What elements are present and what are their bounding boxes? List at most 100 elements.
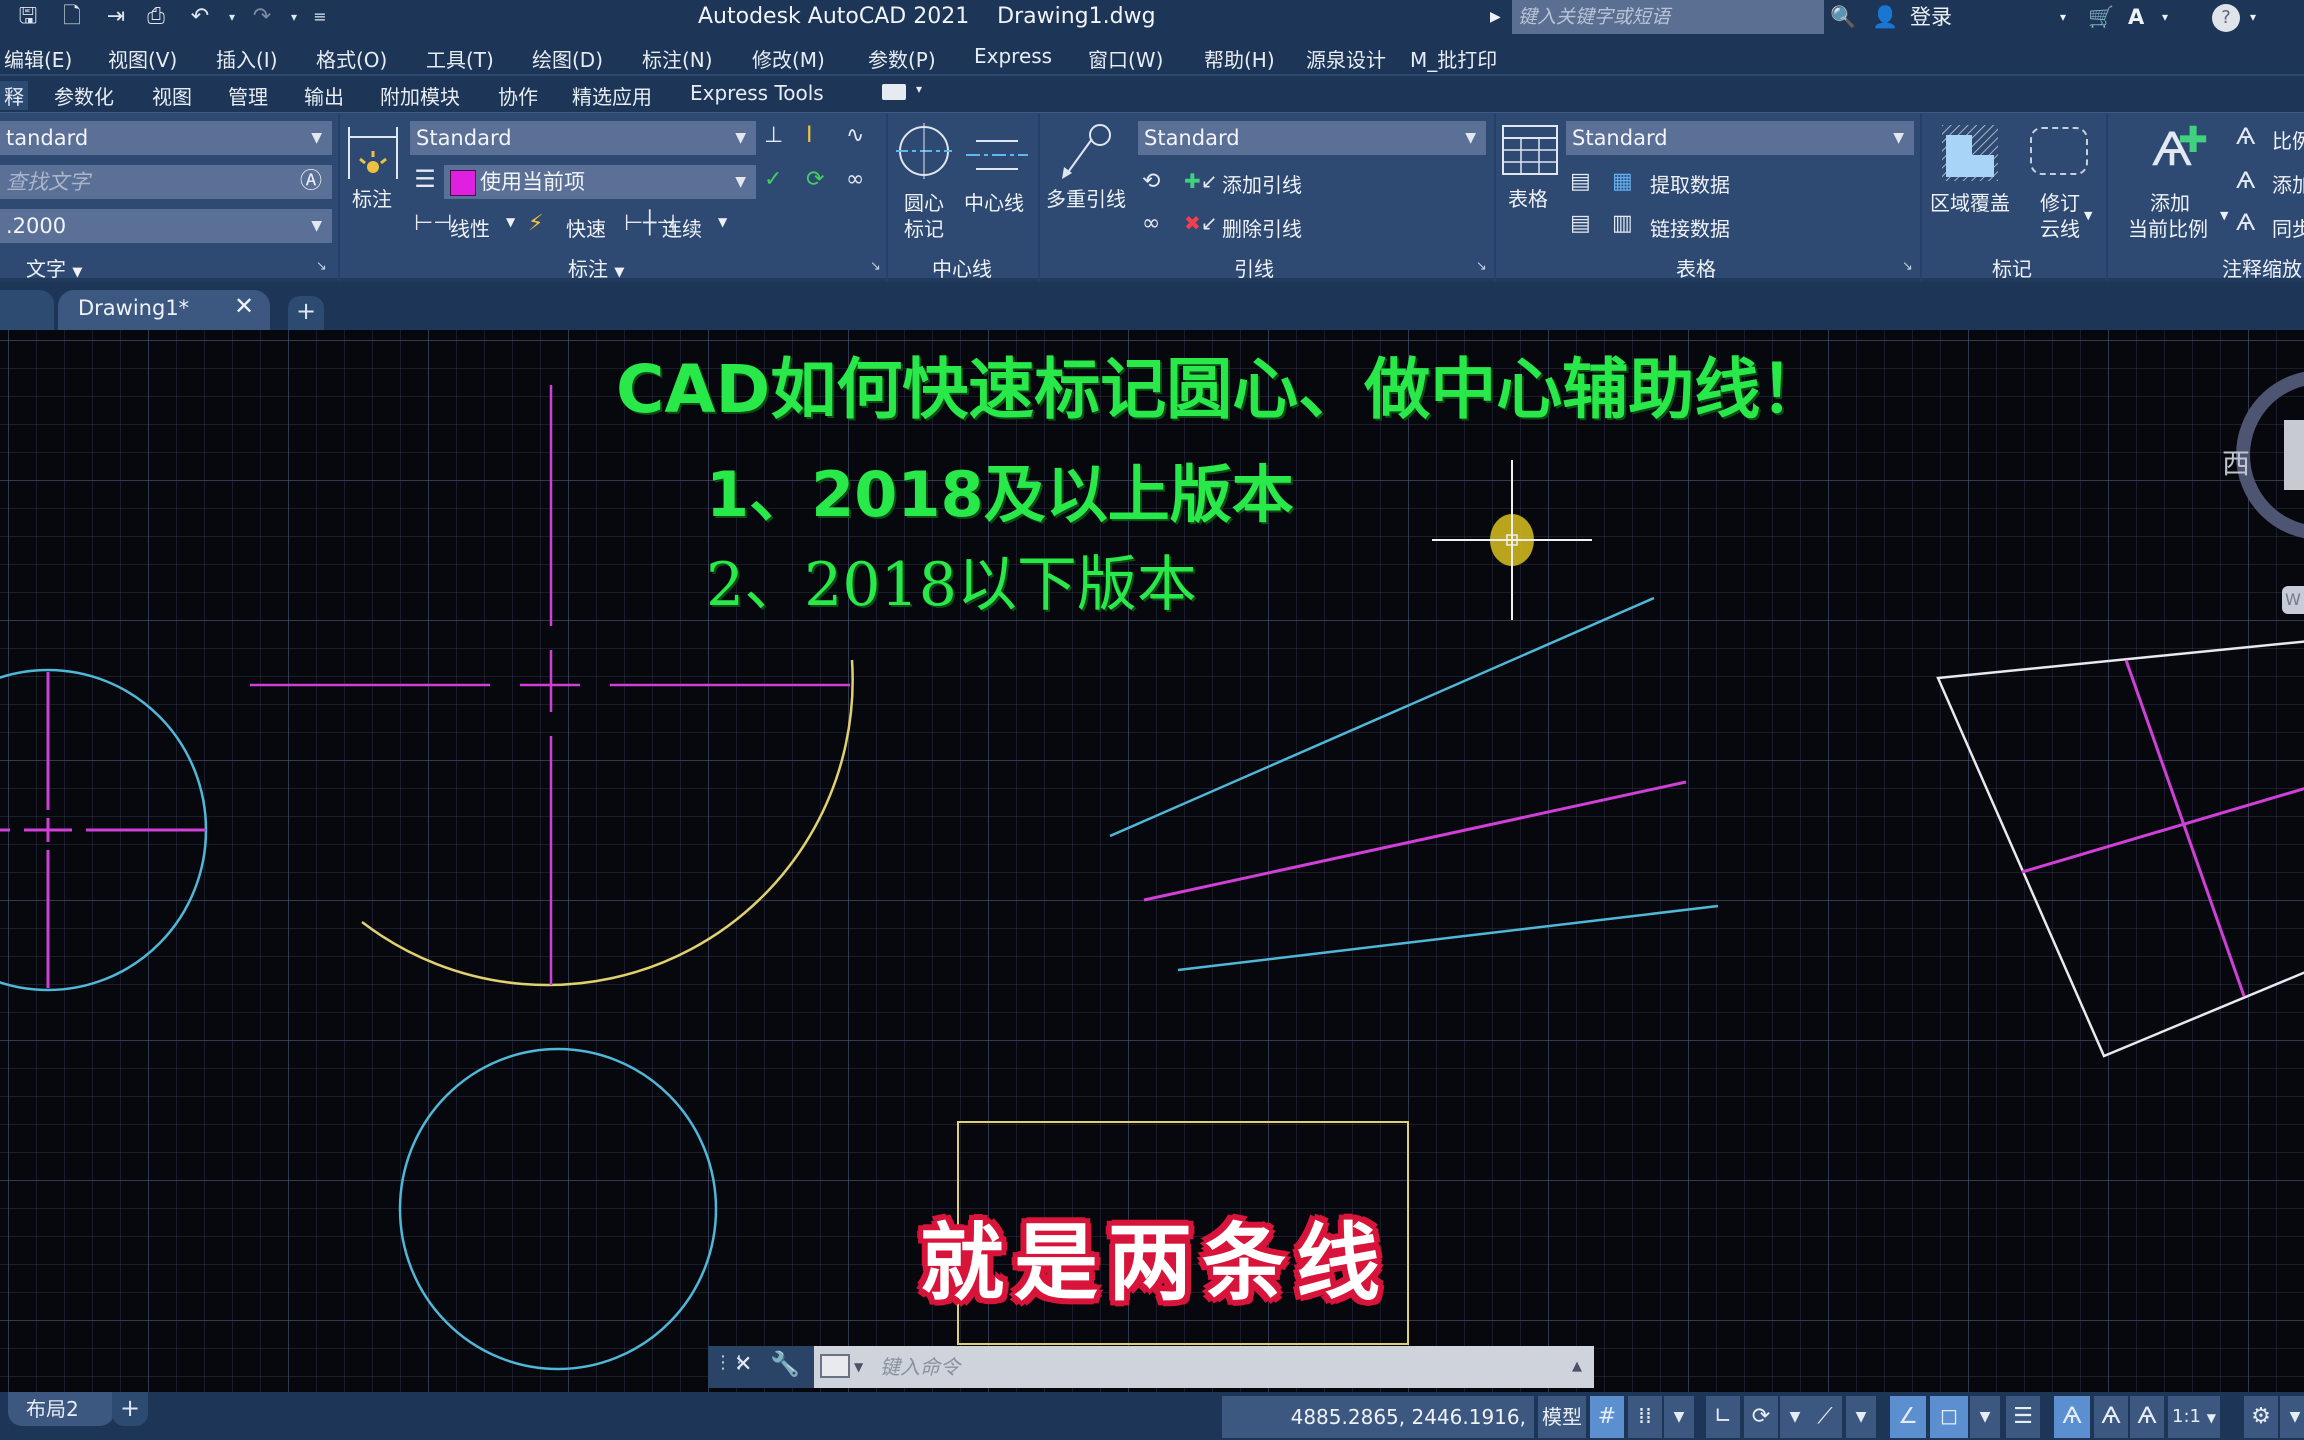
dialog-launcher-icon[interactable]: ↘	[1476, 259, 1487, 274]
chevron-down-icon[interactable]: ▼	[2280, 1396, 2304, 1438]
leader-panel-title[interactable]: 引线	[1234, 253, 1274, 282]
command-history-up-icon[interactable]: ▲	[1572, 1346, 1582, 1388]
command-input[interactable]: ▼ 键入命令 ▲	[814, 1346, 1594, 1388]
jogged-icon[interactable]: ∿	[846, 123, 864, 148]
quad-centerline-2[interactable]	[2021, 784, 2304, 874]
menu-draw[interactable]: 绘图(D)	[532, 44, 603, 73]
tab-parametric[interactable]: 参数化	[54, 81, 114, 110]
new-tab-button[interactable]: +	[288, 296, 324, 330]
remove-leader-label[interactable]: 删除引线	[1222, 213, 1302, 242]
lineweight-icon[interactable]: ☰	[2006, 1396, 2040, 1438]
undo-dropdown-icon[interactable]: ▾	[218, 4, 246, 30]
tab-drawing1[interactable]: Drawing1* ✕	[58, 290, 270, 330]
snap-toggle-icon[interactable]: ⁞⁞	[1628, 1396, 1662, 1438]
add-layout-button[interactable]: +	[112, 1392, 148, 1426]
dialog-launcher-icon[interactable]: ↘	[870, 259, 881, 274]
app-dropdown-icon[interactable]: ▾	[2162, 2, 2168, 32]
open-icon[interactable]: 🗋	[58, 4, 86, 30]
sync-scale-icon[interactable]: Ѧ	[2236, 211, 2255, 236]
tab-collaborate[interactable]: 协作	[498, 81, 538, 110]
print-icon[interactable]: ⎙	[142, 4, 170, 30]
chevron-down-icon[interactable]: ▼	[854, 1346, 863, 1388]
table-icon[interactable]	[1502, 125, 1558, 175]
link-data-label[interactable]: 链接数据	[1650, 213, 1730, 242]
tab-express-tools[interactable]: Express Tools	[690, 81, 824, 105]
workspace-gear-icon[interactable]: ⚙	[2244, 1396, 2278, 1438]
add-current-scale-icon[interactable]: Ѧ ✚	[2142, 119, 2208, 179]
publish-icon[interactable]: ⇥	[102, 4, 130, 30]
markup-panel-title[interactable]: 标记	[1992, 253, 2032, 282]
chevron-down-icon[interactable]: ▼	[2220, 209, 2228, 222]
panel-toggle-icon[interactable]	[882, 84, 906, 100]
annotation-visibility-icon[interactable]: Ѧ	[2054, 1396, 2090, 1438]
menu-parametric[interactable]: 参数(P)	[868, 44, 936, 73]
chevron-down-icon[interactable]: ▼	[506, 215, 515, 229]
redo-icon[interactable]: ↷	[248, 4, 276, 30]
export-table-icon[interactable]: ▤	[1570, 169, 1591, 194]
text-style-combo[interactable]: tandard ▼	[0, 121, 332, 155]
menu-window[interactable]: 窗口(W)	[1088, 44, 1163, 73]
model-space-button[interactable]: 模型	[1538, 1396, 1586, 1438]
help-icon[interactable]: ?	[2212, 4, 2240, 32]
isodraft-icon[interactable]: ⟋	[1808, 1396, 1842, 1438]
dialog-launcher-icon[interactable]: ↘	[316, 259, 327, 274]
chevron-down-icon[interactable]: ▼	[1780, 1396, 1810, 1438]
dim-space-icon[interactable]: ⊥	[764, 123, 783, 148]
continue-dim-label[interactable]: 连续	[662, 213, 702, 242]
sync-scale-label[interactable]: 同步	[2272, 213, 2304, 242]
sign-in-dropdown-icon[interactable]: ▾	[2060, 2, 2066, 32]
ortho-toggle-icon[interactable]: ∟	[1706, 1396, 1740, 1438]
coordinates-readout[interactable]: 4885.2865, 2446.1916, 0.0000	[1222, 1396, 1534, 1438]
expand-arrow-icon[interactable]: ▶	[1490, 2, 1501, 32]
extract-data-label[interactable]: 提取数据	[1650, 169, 1730, 198]
quick-dim-icon[interactable]: ⚡	[528, 211, 543, 236]
customize-wrench-icon[interactable]: 🔧	[770, 1350, 800, 1378]
annotation-scale-icon[interactable]: Ѧ	[2130, 1396, 2164, 1438]
wipeout-label[interactable]: 区域覆盖	[1930, 187, 2010, 216]
menu-modify[interactable]: 修改(M)	[752, 44, 825, 73]
tab-manage[interactable]: 管理	[228, 81, 268, 110]
lower-circle[interactable]	[398, 1047, 718, 1371]
add-delete-scales-icon[interactable]: Ѧ	[2236, 169, 2255, 194]
menu-tools[interactable]: 工具(T)	[426, 44, 494, 73]
add-scale-label-1[interactable]: 添加	[2150, 187, 2190, 216]
wcs-menu[interactable]: W	[2282, 586, 2304, 614]
linear-dim-label[interactable]: 线性	[450, 213, 490, 242]
add-delete-scales-label[interactable]: 添加	[2272, 169, 2304, 198]
inspect-icon[interactable]: ✓	[764, 167, 782, 192]
menu-help[interactable]: 帮助(H)	[1204, 44, 1275, 73]
start-tab[interactable]	[0, 290, 54, 330]
viewcube[interactable]	[2284, 420, 2304, 490]
scale-list-label[interactable]: 比例	[2272, 125, 2304, 154]
customize-qa-icon[interactable]: ≡	[306, 4, 334, 30]
centerline-panel-title[interactable]: 中心线	[932, 253, 992, 282]
help-dropdown-icon[interactable]: ▾	[2250, 2, 2256, 32]
chevron-down-icon[interactable]: ▼	[1846, 1396, 1876, 1438]
multileader-label[interactable]: 多重引线	[1046, 183, 1126, 212]
add-leader-label[interactable]: 添加引线	[1222, 169, 1302, 198]
quad-centerline-1[interactable]	[2124, 659, 2246, 997]
grid-toggle-icon[interactable]: #	[1590, 1396, 1624, 1438]
tab-annotate[interactable]: 释	[0, 81, 28, 110]
extract-data-icon[interactable]: ▦	[1612, 169, 1633, 194]
find-icon[interactable]: Ⓐ	[300, 165, 322, 199]
chevron-down-icon[interactable]: ▼	[2084, 209, 2092, 222]
left-circle-centerlines[interactable]	[0, 672, 206, 988]
table-panel-title[interactable]: 表格	[1676, 253, 1716, 282]
centerline-label[interactable]: 中心线	[964, 187, 1024, 216]
quick-dim-label[interactable]: 快速	[566, 213, 606, 242]
menu-dimension[interactable]: 标注(N)	[642, 44, 713, 73]
layout2-tab[interactable]: 布局2	[8, 1392, 114, 1426]
object-snap-tracking-icon[interactable]: ∠	[1890, 1396, 1926, 1438]
menu-insert[interactable]: 插入(I)	[216, 44, 278, 73]
annotation-scale-value[interactable]: 1:1 ▼	[2168, 1396, 2220, 1438]
mleader-style-combo[interactable]: Standard ▼	[1138, 121, 1486, 155]
multileader-icon[interactable]	[1056, 123, 1116, 181]
dimension-panel-title[interactable]: 标注 ▼	[568, 253, 624, 282]
menu-edit[interactable]: 编辑(E)	[4, 44, 72, 73]
redo-dropdown-icon[interactable]: ▾	[280, 4, 308, 30]
centerline-icon[interactable]	[966, 135, 1028, 175]
dim-break-icon[interactable]: Ⅰ	[806, 123, 813, 148]
drawing-canvas[interactable]: CAD如何快速标记圆心、做中心辅助线！ 1、2018及以上版本 2、2018以下…	[0, 330, 2304, 1392]
align-leader-icon[interactable]: ⟲	[1142, 169, 1160, 194]
